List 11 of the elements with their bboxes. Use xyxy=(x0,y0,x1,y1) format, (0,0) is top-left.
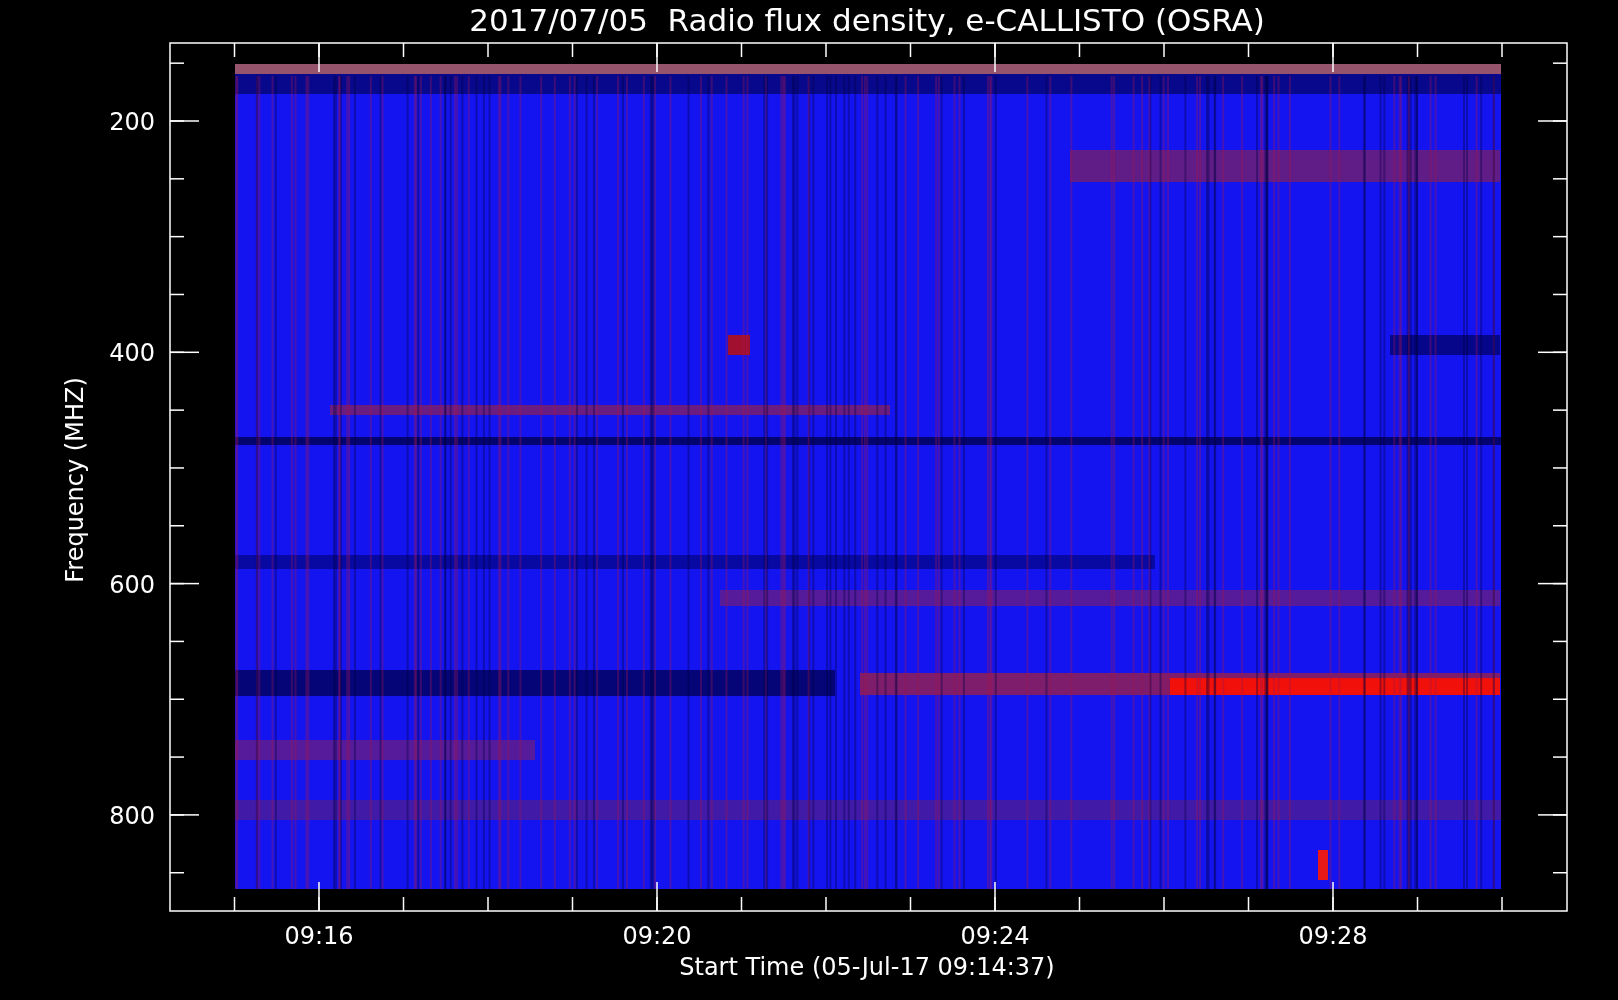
y-axis-label: Frequency (MHZ) xyxy=(61,377,89,583)
y-tick-label: 400 xyxy=(109,339,155,368)
y-tick-label: 800 xyxy=(109,801,155,830)
x-tick-label: 09:16 xyxy=(284,922,354,950)
x-tick-label: 09:20 xyxy=(622,922,692,950)
chart-title: 2017/07/05 Radio flux density, e-CALLISTO (OSRA) xyxy=(469,2,1265,38)
x-tick-label: 09:24 xyxy=(960,922,1030,950)
x-tick-label: 09:28 xyxy=(1298,922,1368,950)
y-tick-label: 200 xyxy=(109,108,155,136)
x-axis-label: Start Time (05-Jul-17 09:14:37) xyxy=(679,953,1055,981)
y-tick-label: 600 xyxy=(109,570,155,599)
